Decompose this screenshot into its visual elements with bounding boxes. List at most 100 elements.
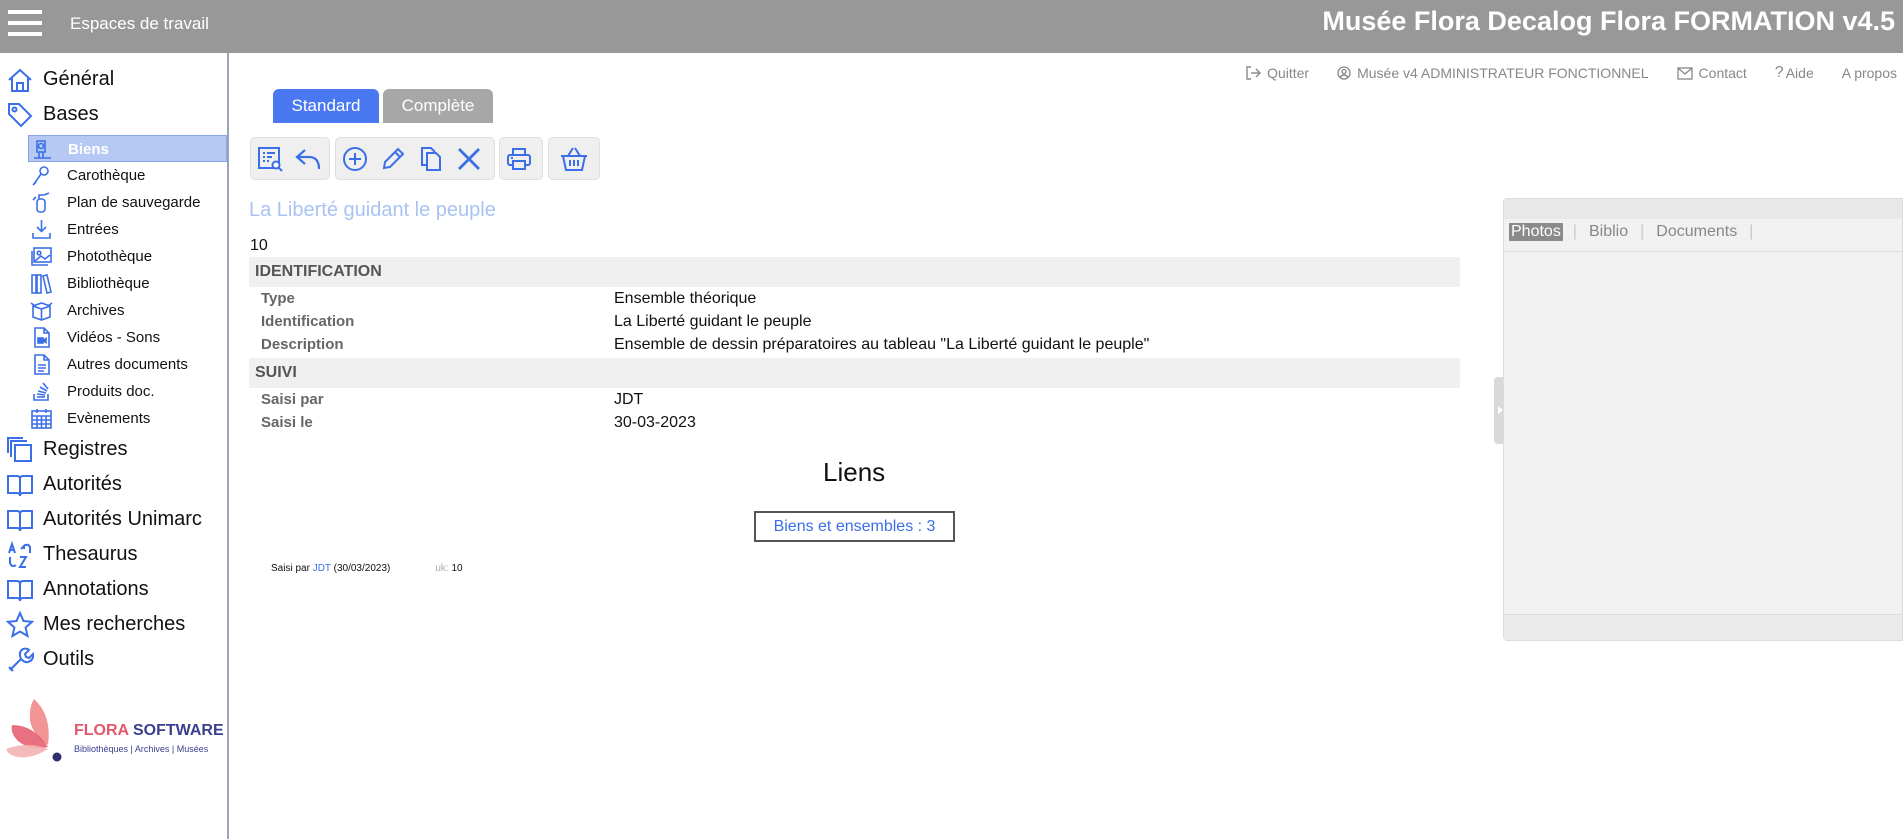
contact-link[interactable]: Contact <box>1676 65 1747 81</box>
field-label: Saisi par <box>261 391 324 408</box>
sidebar-subitem-evenements[interactable]: Evènements <box>28 405 227 432</box>
field-label: Saisi le <box>261 414 313 431</box>
box-icon <box>30 299 53 322</box>
workspaces-link[interactable]: Espaces de travail <box>70 14 209 34</box>
sidebar-subitem-label: Evènements <box>67 410 151 427</box>
edit-button[interactable] <box>374 140 412 178</box>
app-root: Espaces de travail Musée Flora Decalog F… <box>0 0 1903 839</box>
sidebar-subitem-autres-documents[interactable]: Autres documents <box>28 351 227 378</box>
record-title: La Liberté guidant le peuple <box>249 199 496 221</box>
sidebar-subitem-videos-sons[interactable]: Vidéos - Sons <box>28 324 227 351</box>
sidebar-item-mes-recherches[interactable]: Mes recherches <box>0 606 227 641</box>
sidebar-item-annotations[interactable]: Annotations <box>0 571 227 606</box>
object-icon <box>31 138 54 161</box>
panel-tabs: Photos | Biblio | Documents | <box>1509 220 1763 244</box>
delete-button[interactable] <box>450 140 488 178</box>
sidebar-subitem-label: Entrées <box>67 221 119 238</box>
sidebar-subitem-label: Photothèque <box>67 248 153 265</box>
help-link[interactable]: ? Aide <box>1775 64 1814 82</box>
sort-az-icon <box>6 541 34 569</box>
field-value: La Liberté guidant le peuple <box>614 313 812 330</box>
video-file-icon <box>30 326 53 349</box>
star-icon <box>6 611 34 639</box>
toolbar-group-basket <box>548 137 600 180</box>
sidebar-item-label: Général <box>43 68 115 90</box>
user-icon <box>1337 66 1357 80</box>
copy-button[interactable] <box>412 140 450 178</box>
sidebar-item-label: Outils <box>43 648 95 670</box>
sidebar-subitem-carotheque[interactable]: Carothèque <box>28 162 227 189</box>
calendar-icon <box>30 407 53 430</box>
panel-tab-biblio[interactable]: Biblio <box>1587 223 1630 241</box>
logo-tagline: Bibliothèques | Archives | Musées <box>74 744 209 754</box>
sidebar-subitem-plan-sauvegarde[interactable]: Plan de sauvegarde <box>28 189 227 216</box>
sidebar-subitem-entrees[interactable]: Entrées <box>28 216 227 243</box>
panel-tab-documents[interactable]: Documents <box>1654 223 1739 241</box>
sidebar-subitem-archives[interactable]: Archives <box>28 297 227 324</box>
print-button[interactable] <box>500 140 538 178</box>
tab-standard[interactable]: Standard <box>273 89 379 123</box>
book-icon <box>6 506 34 534</box>
sidebar-subitem-phototheque[interactable]: Photothèque <box>28 243 227 270</box>
sidebar-item-label: Thesaurus <box>43 543 138 565</box>
stack-overflow-icon <box>30 380 53 403</box>
sidebar: Général Bases Biens Carothèque Plan de s… <box>0 53 229 839</box>
field-label: Type <box>261 290 295 307</box>
field-row-saisi-par: Saisi par JDT <box>249 389 1460 412</box>
sidebar-subitem-label: Biens <box>68 141 109 158</box>
record-number: 10 <box>250 237 268 254</box>
panel-tab-photos[interactable]: Photos <box>1509 223 1563 241</box>
field-value: 30-03-2023 <box>614 414 696 431</box>
tab-separator: | <box>1749 223 1754 240</box>
sidebar-subitem-label: Carothèque <box>67 167 146 184</box>
field-value: Ensemble de dessin préparatoires au tabl… <box>614 336 1150 353</box>
quit-label: Quitter <box>1267 65 1310 81</box>
top-bar: Espaces de travail Musée Flora Decalog F… <box>0 0 1903 53</box>
menu-icon[interactable] <box>6 7 44 39</box>
logout-icon <box>1245 65 1267 81</box>
footer-uk-value: 10 <box>448 563 463 574</box>
sidebar-subitem-produits-doc[interactable]: Produits doc. <box>28 378 227 405</box>
sidebar-item-autorites-unimarc[interactable]: Autorités Unimarc <box>0 501 227 536</box>
sidebar-subitem-label: Produits doc. <box>67 383 155 400</box>
sidebar-item-outils[interactable]: Outils <box>0 641 227 676</box>
sidebar-subitem-bibliotheque[interactable]: Bibliothèque <box>28 270 227 297</box>
sidebar-item-general[interactable]: Général <box>0 61 227 96</box>
footer-user-link[interactable]: JDT <box>313 563 331 574</box>
question-icon: ? <box>1774 64 1784 81</box>
book-icon <box>6 576 34 604</box>
quit-link[interactable]: Quitter <box>1245 65 1309 81</box>
sidebar-item-registres[interactable]: Registres <box>0 431 227 466</box>
add-button[interactable] <box>336 140 374 178</box>
pencil-icon <box>379 145 407 173</box>
stack-icon <box>6 436 34 464</box>
top-links: Quitter Musée v4 ADMINISTRATEUR FONCTION… <box>1217 63 1903 83</box>
sidebar-item-bases[interactable]: Bases <box>0 96 227 131</box>
about-link[interactable]: A propos <box>1842 65 1897 81</box>
undo-button[interactable] <box>289 140 327 178</box>
close-icon <box>455 145 483 173</box>
toolbar-group-list <box>250 137 330 180</box>
basket-button[interactable] <box>549 140 599 178</box>
sidebar-subitem-biens[interactable]: Biens <box>28 135 227 162</box>
books-icon <box>30 272 53 295</box>
linked-items-button[interactable]: Biens et ensembles : 3 <box>754 511 955 542</box>
section-label: SUIVI <box>255 364 297 381</box>
sidebar-subitem-label: Plan de sauvegarde <box>67 194 201 211</box>
image-icon <box>30 245 53 268</box>
footer-prefix: Saisi par <box>271 563 313 574</box>
field-row-type: Type Ensemble théorique <box>249 288 1460 311</box>
pin-icon <box>30 164 53 187</box>
sidebar-item-thesaurus[interactable]: Thesaurus <box>0 536 227 571</box>
section-label: IDENTIFICATION <box>255 263 382 280</box>
wrench-icon <box>6 646 34 674</box>
tab-complete[interactable]: Complète <box>383 89 493 123</box>
basket-icon <box>559 145 589 173</box>
panel-footer <box>1504 614 1902 640</box>
sidebar-subitem-label: Autres documents <box>67 356 188 373</box>
document-icon <box>30 353 53 376</box>
sidebar-item-autorites[interactable]: Autorités <box>0 466 227 501</box>
field-value: JDT <box>614 391 644 408</box>
user-link[interactable]: Musée v4 ADMINISTRATEUR FONCTIONNEL <box>1337 65 1649 81</box>
list-search-button[interactable] <box>251 140 289 178</box>
